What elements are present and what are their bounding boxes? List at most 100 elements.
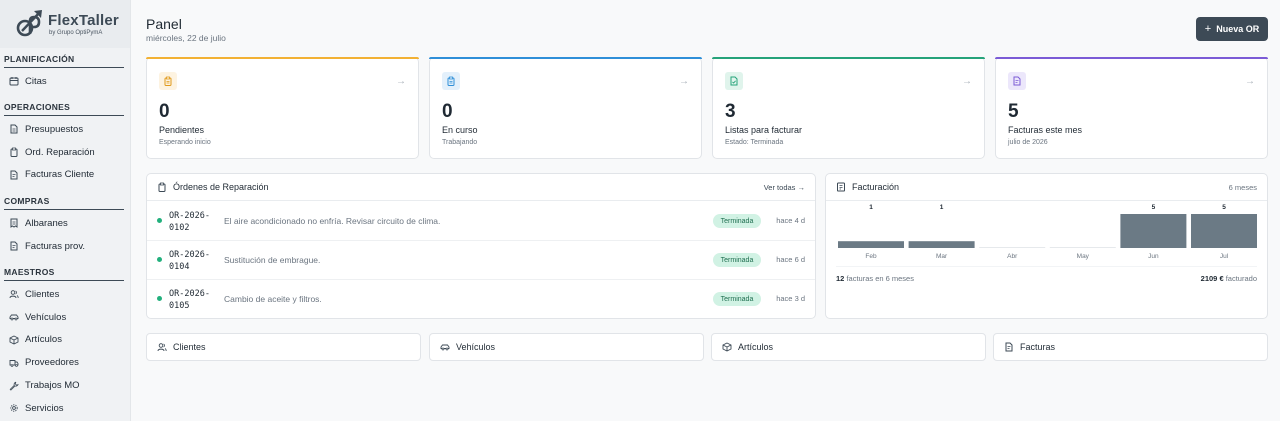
plus-icon: + <box>1204 23 1212 35</box>
order-code: OR-2026- 0105 <box>169 289 210 311</box>
clipboard-icon <box>10 147 18 158</box>
calendar-icon <box>9 77 19 86</box>
billing-amount-label: facturado <box>1225 274 1257 283</box>
sidebar: FlexTaller by Grupo OptiPymA PLANIFICACI… <box>0 0 131 421</box>
quick-link-vehiculos[interactable]: Vehículos <box>429 333 704 361</box>
card-accent-line <box>995 57 1268 59</box>
sidebar-item-citas[interactable]: Citas <box>0 70 131 93</box>
billing-panel-header: Facturación 6 meses <box>826 174 1267 201</box>
stat-value: 0 <box>442 101 453 122</box>
sidebar-item-label: Artículos <box>25 334 62 346</box>
brand-name: FlexTaller <box>48 11 119 29</box>
x-tick-label: Abr <box>1007 253 1018 260</box>
receipt-icon <box>837 182 845 192</box>
sidebar-item-label: Vehículos <box>25 311 67 323</box>
bar-mar <box>908 241 975 248</box>
billing-amount-block: 2109 € facturado <box>1201 274 1257 283</box>
order-code: OR-2026- 0102 <box>169 211 210 233</box>
new-or-button[interactable]: + Nueva OR <box>1196 17 1268 41</box>
card-icon-box <box>442 72 460 90</box>
box-icon <box>9 335 19 345</box>
billing-panel: Facturación 6 meses 1 Feb 1 Mar Abr May 5 Jun 5 J… <box>825 173 1268 319</box>
x-tick-label: Feb <box>865 253 877 260</box>
order-age: hace 6 d <box>776 255 805 264</box>
status-dot <box>157 257 162 262</box>
sidebar-item-label: Trabajos MO <box>25 380 80 392</box>
stat-label: Pendientes <box>159 125 205 135</box>
x-tick-label: May <box>1077 253 1090 260</box>
arrow-right-icon[interactable]: → <box>962 76 972 87</box>
quick-link-label: Clientes <box>173 342 206 352</box>
stat-sub: Estado: Terminada <box>725 139 784 146</box>
document-icon <box>10 124 18 134</box>
section-title: MAESTROS <box>4 267 124 281</box>
bar-jun <box>1120 214 1187 248</box>
brand-logo[interactable]: FlexTaller by Grupo OptiPymA <box>0 0 130 48</box>
quick-link-label: Vehículos <box>456 342 496 352</box>
order-description: Sustitución de embrague. <box>224 255 321 265</box>
bar-jul <box>1191 214 1257 248</box>
bar-value-label: 1 <box>940 204 944 211</box>
section-title: COMPRAS <box>4 196 124 210</box>
car-icon <box>440 344 450 351</box>
quick-link-articulos[interactable]: Artículos <box>711 333 986 361</box>
receipt-icon <box>10 218 18 229</box>
stat-value: 0 <box>159 101 170 122</box>
arrow-right-icon[interactable]: → <box>1245 76 1255 87</box>
sidebar-item-label: Presupuestos <box>25 123 84 135</box>
sidebar-item-label: Proveedores <box>25 357 79 369</box>
status-dot <box>157 296 162 301</box>
stat-label: Facturas este mes <box>1008 125 1083 135</box>
status-dot <box>157 218 162 223</box>
x-tick-label: Jun <box>1148 253 1159 260</box>
bar-abr <box>979 247 1046 248</box>
card-icon-box <box>1008 72 1026 90</box>
users-icon <box>9 290 19 299</box>
arrow-right-icon[interactable]: → <box>679 76 689 87</box>
card-icon-box <box>725 72 743 90</box>
billing-bar-chart: 1 Feb 1 Mar Abr May 5 Jun 5 Jul <box>836 204 1257 267</box>
view-all-link[interactable]: Ver todas → <box>764 183 805 192</box>
quick-link-clientes[interactable]: Clientes <box>146 333 421 361</box>
sidebar-item-clientes[interactable]: Clientes <box>0 283 131 306</box>
stat-card-listas-facturar[interactable]: → 3 Listas para facturar Estado: Termina… <box>712 57 985 159</box>
truck-icon <box>9 359 19 367</box>
sidebar-item-label: Albaranes <box>25 217 68 229</box>
sidebar-item-facturas-prov[interactable]: Facturas prov. <box>0 235 131 258</box>
sidebar-item-label: Servicios <box>25 402 64 414</box>
stat-card-en-curso[interactable]: → 0 En curso Trabajando <box>429 57 702 159</box>
bar-may <box>1049 247 1116 248</box>
stat-card-pendientes[interactable]: → 0 Pendientes Esperando inicio <box>146 57 419 159</box>
order-description: Cambio de aceite y filtros. <box>224 294 322 304</box>
sidebar-item-presupuestos[interactable]: Presupuestos <box>0 118 131 141</box>
sidebar-item-albaranes[interactable]: Albaranes <box>0 212 131 235</box>
stat-card-facturas-mes[interactable]: → 5 Facturas este mes julio de 2026 <box>995 57 1268 159</box>
billing-range: 6 meses <box>1228 182 1257 192</box>
invoice-count-label: facturas en 6 meses <box>846 274 914 283</box>
sidebar-item-facturas-cliente[interactable]: Facturas Cliente <box>0 164 131 187</box>
status-badge: Terminada <box>713 253 761 267</box>
invoice-icon <box>10 241 18 251</box>
sidebar-item-vehiculos[interactable]: Vehículos <box>0 306 131 329</box>
arrow-right-icon[interactable]: → <box>396 76 406 87</box>
quick-link-facturas[interactable]: Facturas <box>993 333 1268 361</box>
sidebar-item-label: Facturas prov. <box>25 240 86 252</box>
sidebar-item-label: Ord. Reparación <box>25 146 95 158</box>
order-row[interactable]: OR-2026- 0104 Sustitución de embrague. Te… <box>147 241 815 280</box>
quick-link-label: Facturas <box>1020 342 1056 352</box>
billing-title: Facturación <box>852 182 900 192</box>
stat-sub: Esperando inicio <box>159 139 211 146</box>
sidebar-item-articulos[interactable]: Artículos <box>0 329 131 352</box>
billing-amount: 2109 € <box>1200 274 1224 283</box>
section-title: PLANIFICACIÓN <box>4 54 124 68</box>
order-age: hace 4 d <box>776 216 805 225</box>
sidebar-item-proveedores[interactable]: Proveedores <box>0 351 131 374</box>
order-row[interactable]: OR-2026- 0105 Cambio de aceite y filtros.… <box>147 280 815 319</box>
card-accent-line <box>712 57 985 59</box>
sidebar-item-servicios[interactable]: Servicios <box>0 397 131 420</box>
sidebar-item-label: Clientes <box>25 288 60 300</box>
sidebar-item-trabajos-mo[interactable]: Trabajos MO <box>0 374 131 397</box>
sidebar-item-ord-reparacion[interactable]: Ord. Reparación <box>0 141 131 164</box>
order-row[interactable]: OR-2026- 0102 El aire acondicionado no en… <box>147 202 815 241</box>
order-code: OR-2026- 0104 <box>169 250 210 272</box>
